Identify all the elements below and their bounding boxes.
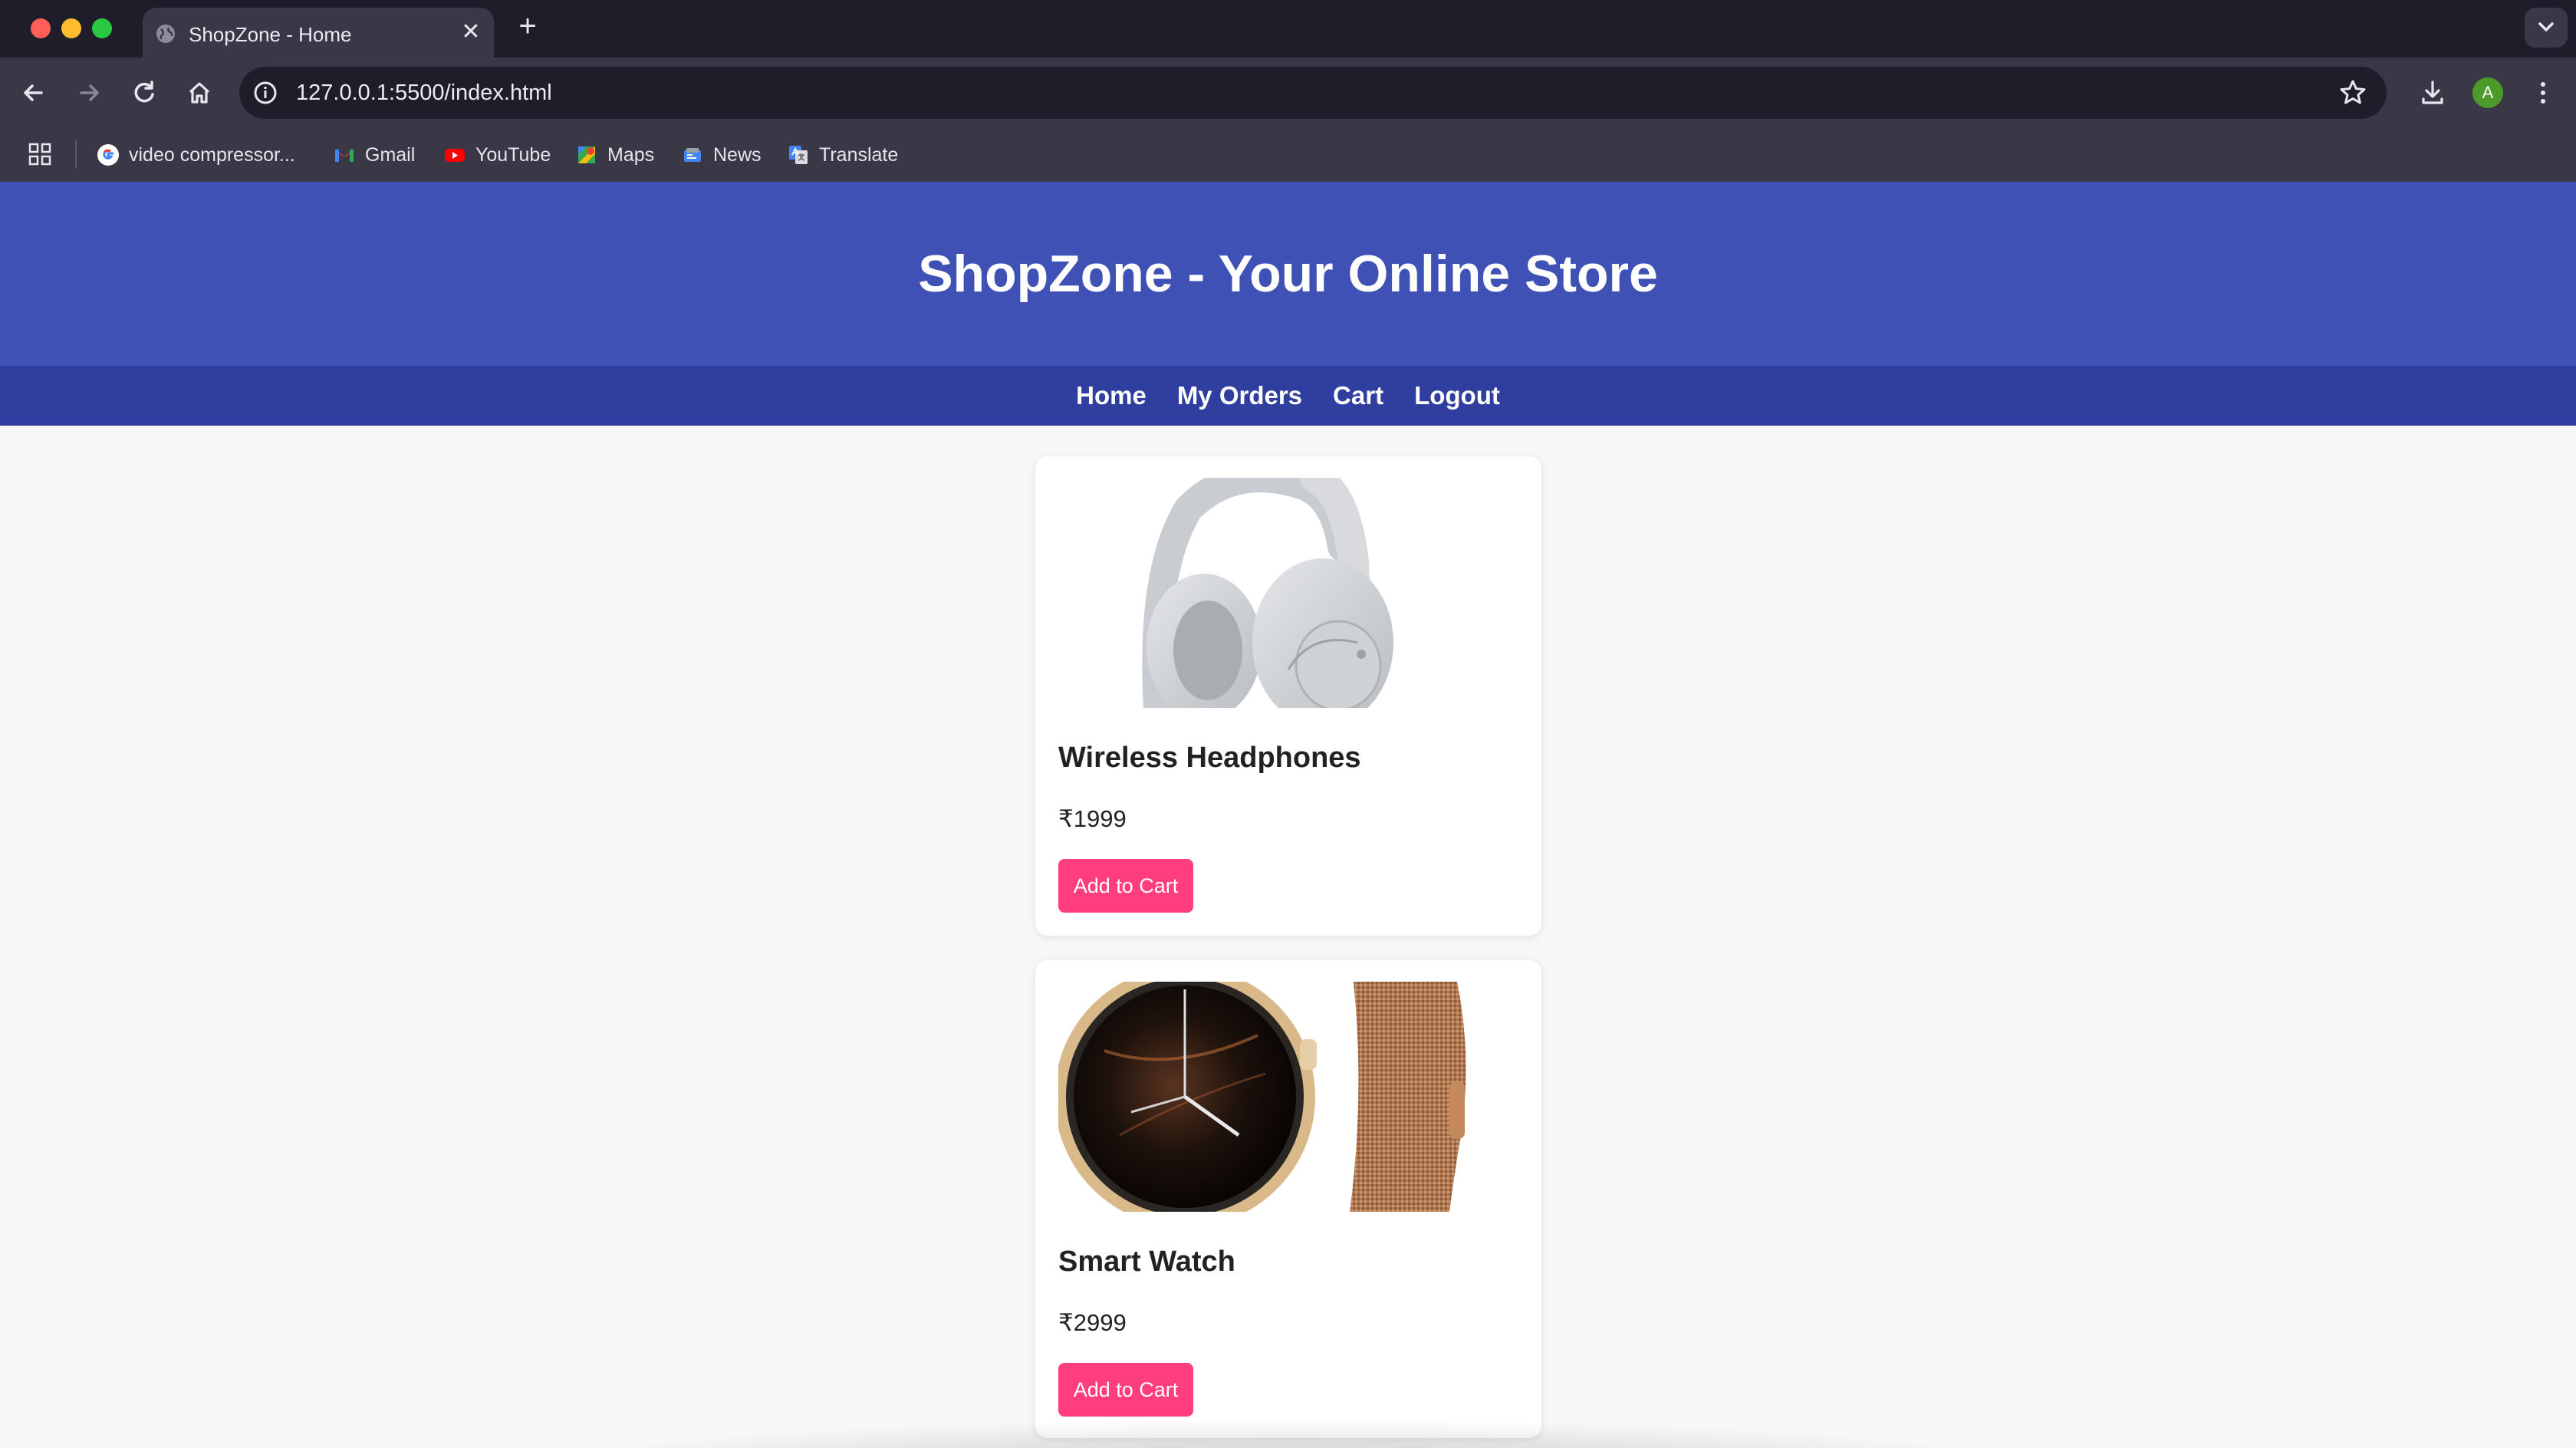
smart-watch-image	[1058, 982, 1466, 1212]
new-tab-button[interactable]: +	[512, 11, 543, 41]
tab-search-button[interactable]	[2525, 8, 2568, 48]
bookmark-video-compressor[interactable]: video compressor...	[97, 139, 295, 171]
maps-icon	[578, 146, 595, 163]
news-icon	[684, 148, 701, 162]
reload-icon[interactable]	[126, 74, 163, 111]
add-to-cart-button[interactable]: Add to Cart	[1058, 859, 1193, 913]
home-icon[interactable]	[181, 74, 218, 111]
back-icon[interactable]	[15, 74, 52, 111]
site-header: ShopZone - Your Online Store	[0, 182, 2576, 366]
browser-tab-strip: ShopZone - Home ✕ +	[0, 0, 2576, 58]
nav-my-orders-link[interactable]: My Orders	[1177, 381, 1302, 410]
site-info-icon[interactable]	[252, 79, 279, 107]
forward-icon[interactable]	[71, 74, 107, 111]
bookmark-youtube[interactable]: YouTube	[443, 139, 551, 171]
browser-tab-active[interactable]: ShopZone - Home ✕	[143, 8, 494, 58]
apps-grid-icon[interactable]	[28, 142, 52, 166]
bookmark-maps[interactable]: Maps	[575, 139, 654, 171]
product-card: Wireless Headphones ₹1999 Add to Cart	[1035, 456, 1541, 936]
menu-kebab-icon[interactable]	[2525, 74, 2561, 111]
add-to-cart-button[interactable]: Add to Cart	[1058, 1363, 1193, 1417]
product-name: Smart Watch	[1058, 1246, 1235, 1278]
close-tab-icon[interactable]: ✕	[457, 18, 485, 46]
bookmarks-bar: video compressor... Gmail YouTube Maps N…	[0, 128, 2576, 182]
site-nav: Home My Orders Cart Logout	[0, 366, 2576, 426]
window-minimize-button[interactable]	[61, 18, 81, 38]
page-bottom-shadow	[537, 1419, 2040, 1448]
globe-icon	[156, 25, 175, 43]
url-text[interactable]: 127.0.0.1:5500/index.html	[296, 81, 552, 106]
site-title: ShopZone - Your Online Store	[918, 245, 1658, 303]
address-bar[interactable]: 127.0.0.1:5500/index.html	[239, 67, 2387, 119]
product-name: Wireless Headphones	[1058, 742, 1361, 774]
chevron-down-icon	[2538, 22, 2554, 31]
bookmark-gmail[interactable]: Gmail	[333, 139, 415, 171]
window-close-button[interactable]	[31, 18, 51, 38]
headphones-image	[1142, 478, 1393, 708]
bookmark-star-icon[interactable]	[2337, 77, 2368, 108]
tab-title: ShopZone - Home	[189, 23, 352, 46]
product-price: ₹2999	[1058, 1309, 1127, 1336]
nav-home-link[interactable]: Home	[1076, 381, 1147, 410]
download-icon[interactable]	[2414, 74, 2451, 111]
gmail-icon	[335, 150, 354, 162]
bookmark-news[interactable]: News	[681, 139, 762, 171]
bookmarks-separator	[75, 140, 77, 168]
bookmark-translate[interactable]: Translate	[787, 139, 898, 171]
google-icon	[97, 144, 119, 166]
profile-avatar[interactable]: A	[2472, 77, 2503, 108]
nav-cart-link[interactable]: Cart	[1333, 381, 1383, 410]
bookmark-label: News	[713, 143, 762, 166]
bookmark-label: video compressor...	[129, 143, 295, 166]
translate-icon	[789, 146, 808, 164]
youtube-icon	[445, 149, 465, 162]
browser-toolbar: 127.0.0.1:5500/index.html A	[0, 58, 2576, 128]
window-maximize-button[interactable]	[92, 18, 112, 38]
product-card: Smart Watch ₹2999 Add to Cart	[1035, 960, 1541, 1438]
bookmark-label: YouTube	[475, 143, 551, 166]
product-price: ₹1999	[1058, 805, 1127, 832]
bookmark-label: Maps	[607, 143, 655, 166]
bookmark-label: Translate	[819, 143, 899, 166]
nav-logout-link[interactable]: Logout	[1414, 381, 1500, 410]
bookmark-label: Gmail	[365, 143, 416, 166]
